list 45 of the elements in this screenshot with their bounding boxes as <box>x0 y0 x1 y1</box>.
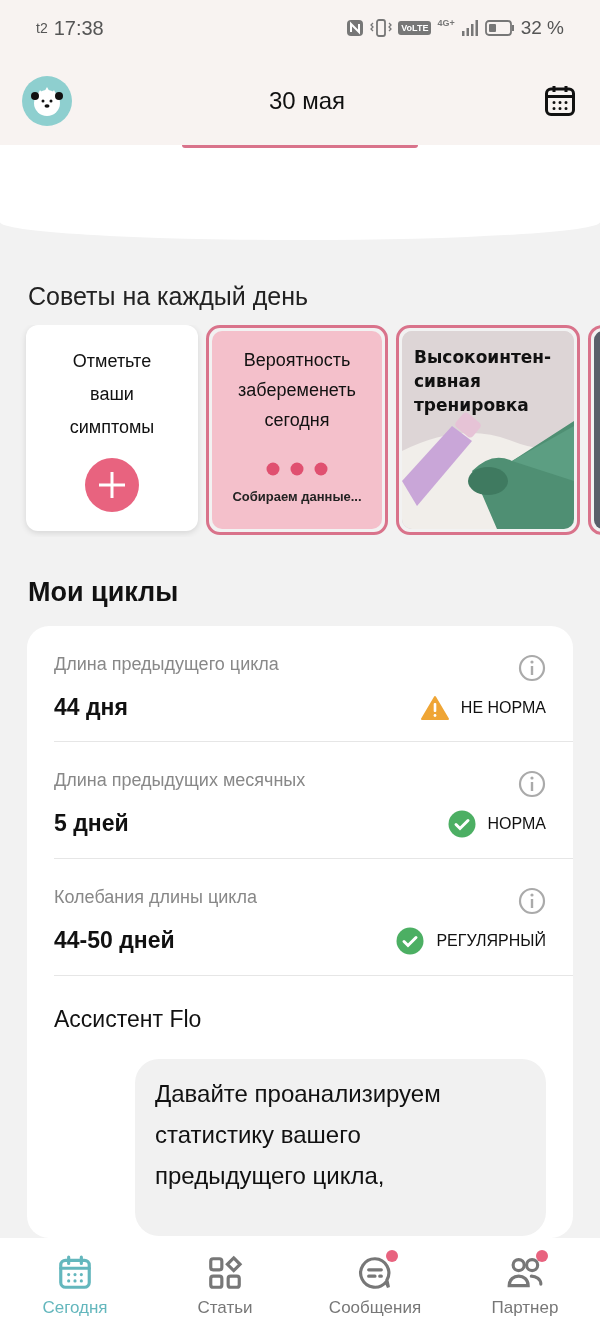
card-title: Высокоинтен- сивная тренировка <box>414 346 553 417</box>
battery-icon <box>484 19 515 37</box>
card-caption: Собираем данные... <box>232 489 362 504</box>
battery-label: 32 % <box>520 17 564 39</box>
nfc-icon <box>346 19 365 37</box>
add-button[interactable] <box>85 458 139 512</box>
row-label: Длина предыдущего цикла <box>54 654 280 676</box>
carrier-label: t2 <box>36 20 48 36</box>
row-value: 44 дня <box>54 694 129 721</box>
calendar-icon <box>56 1254 94 1292</box>
status-label: НОРМА <box>487 815 546 833</box>
check-icon <box>447 810 476 838</box>
assistant-title: Ассистент Flo <box>54 1006 203 1033</box>
info-icon[interactable] <box>518 887 546 915</box>
nav-tab[interactable]: Партнер <box>450 1238 600 1332</box>
loading-dots-icon <box>265 461 329 477</box>
card-title: Вероятность забеременеть сегодня <box>237 349 357 432</box>
message-bubble: Давайте проанализируем статистику вашего предыдущего цикла, <box>135 1059 546 1236</box>
volte-badge: VoLTE <box>398 21 432 35</box>
date-title: 30 мая <box>268 86 346 115</box>
nav-tab[interactable]: Сообщения <box>300 1238 450 1332</box>
plus-icon <box>97 470 127 500</box>
symptoms-card[interactable]: Отметьте ваши симптомы <box>26 325 198 531</box>
row-value: 44-50 дней <box>54 927 176 955</box>
section-title: Мои циклы <box>28 577 180 608</box>
workout-card[interactable]: Высокоинтен- сивная тренировка <box>396 325 580 535</box>
section-title: Советы на каждый день <box>28 282 309 311</box>
info-icon[interactable] <box>518 770 546 798</box>
check-icon <box>396 927 425 955</box>
grid-icon <box>206 1254 244 1292</box>
info-icon[interactable] <box>518 654 546 682</box>
pregnancy-card[interactable]: Вероятность забеременеть сегодня Собираем данные... <box>206 325 388 535</box>
row-label: Колебания длины цикла <box>54 887 258 909</box>
signal-icon <box>460 19 479 37</box>
row-value: 5 дней <box>54 810 130 838</box>
card-title: Отметьте ваши симптомы <box>68 350 156 439</box>
vibrate-icon <box>370 19 393 37</box>
nav-tab[interactable]: Статьи <box>150 1238 300 1332</box>
status-label: НЕ НОРМА <box>460 698 546 717</box>
network-label: 4G+ <box>437 18 455 28</box>
warning-icon <box>420 694 449 721</box>
clock: 17:38 <box>53 16 104 40</box>
row-label: Длина предыдущих месячных <box>54 770 307 792</box>
avatar-icon[interactable] <box>22 75 72 126</box>
status-label: РЕГУЛЯРНЫЙ <box>436 932 546 950</box>
